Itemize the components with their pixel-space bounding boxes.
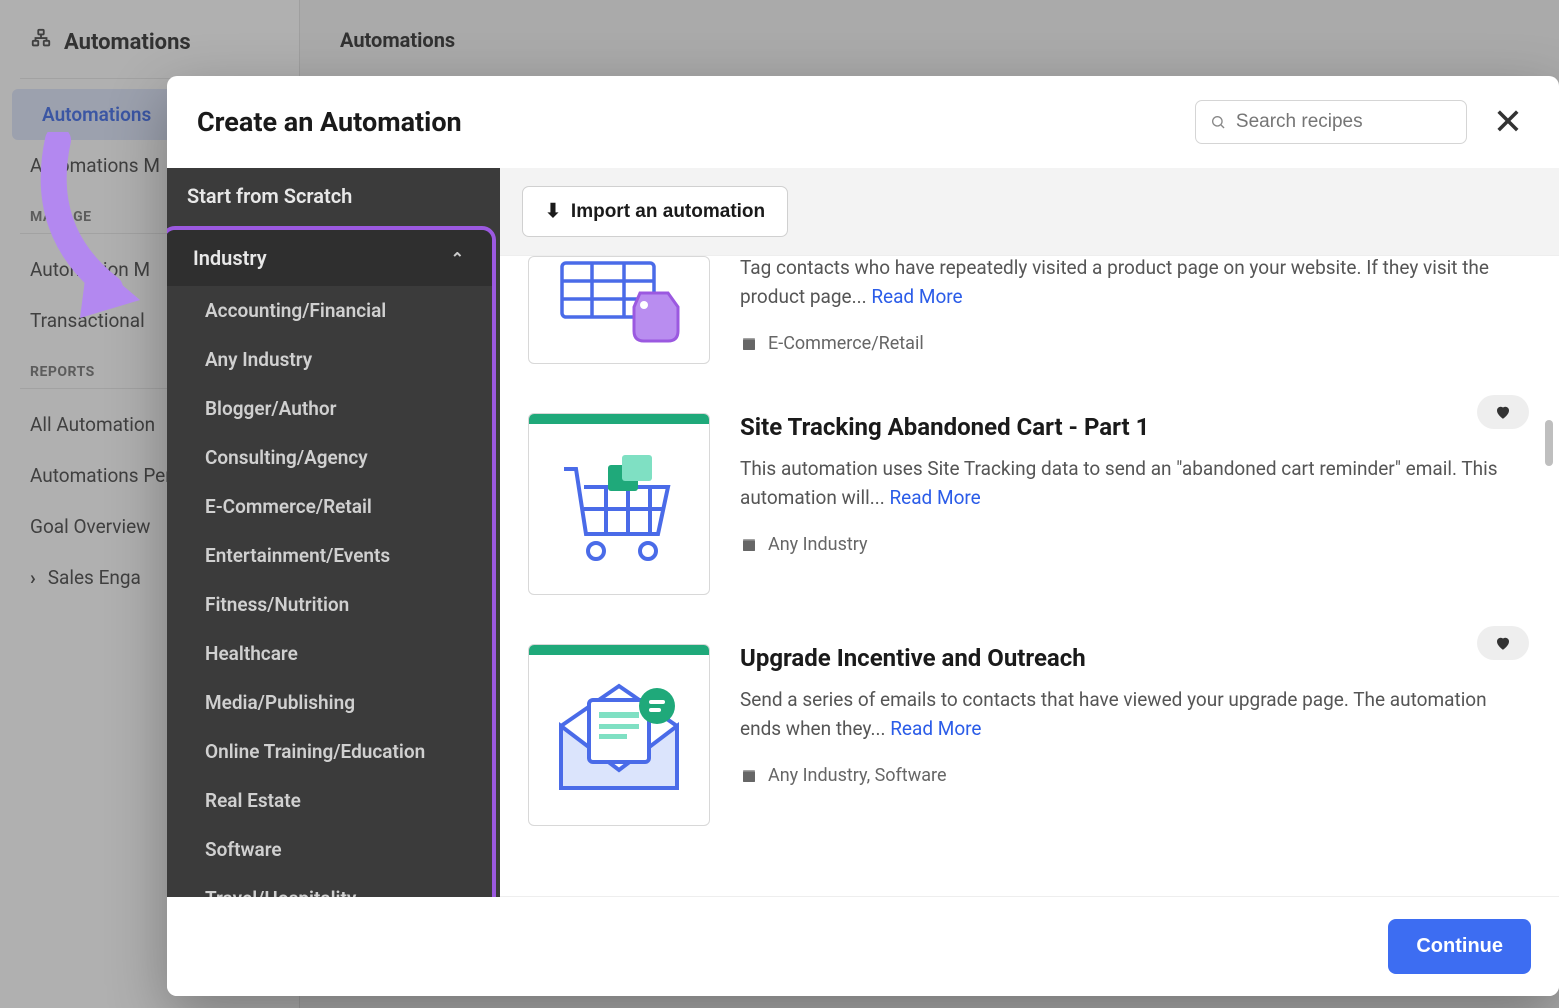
category-panel: Start from Scratch Industry ⌃ Accounting… [167,168,500,897]
import-bar: ⬇ Import an automation [500,168,1559,255]
industry-group: Industry ⌃ Accounting/Financial Any Indu… [167,226,496,897]
recipe-item[interactable]: Upgrade Incentive and Outreach Send a se… [522,620,1537,851]
modal-body: Start from Scratch Industry ⌃ Accounting… [167,168,1559,897]
close-button[interactable]: ✕ [1487,101,1529,143]
panel-item-label: Industry [193,246,267,270]
recipe-tags: Any Industry [740,534,1531,555]
industry-item[interactable]: Online Training/Education [167,727,492,776]
recipe-body: Site Tracking Abandoned Cart - Part 1 Th… [740,413,1531,595]
industry-item[interactable]: Healthcare [167,629,492,678]
download-icon: ⬇ [545,200,561,223]
favorite-button[interactable] [1477,626,1529,660]
search-recipes-box[interactable] [1195,100,1467,144]
recipe-description: This automation uses Site Tracking data … [740,455,1531,512]
industry-item[interactable]: Fitness/Nutrition [167,580,492,629]
industry-item[interactable]: Software [167,825,492,874]
panel-item-label: Start from Scratch [187,184,352,208]
industry-item[interactable]: E-Commerce/Retail [167,482,492,531]
industry-item[interactable]: Travel/Hospitality [167,874,492,897]
modal-title: Create an Automation [197,106,1175,138]
industry-item[interactable]: Any Industry [167,335,492,384]
recipe-item[interactable]: Site Tracking Abandoned Cart - Part 1 Th… [522,389,1537,620]
industry-item[interactable]: Accounting/Financial [167,286,492,335]
recipe-body: Tag contacts who have repeatedly visited… [740,256,1531,364]
heart-icon [1494,634,1512,652]
category-icon [740,536,758,554]
modal-overlay: Create an Automation ✕ Start from Scratc… [0,0,1559,1008]
recipe-description: Send a series of emails to contacts that… [740,686,1531,743]
favorite-button[interactable] [1477,395,1529,429]
recipe-title: Site Tracking Abandoned Cart - Part 1 [740,413,1531,441]
recipe-title: Upgrade Incentive and Outreach [740,644,1531,672]
industry-item[interactable]: Entertainment/Events [167,531,492,580]
chevron-up-icon: ⌃ [451,249,464,268]
import-automation-button[interactable]: ⬇ Import an automation [522,186,788,237]
read-more-link[interactable]: Read More [871,285,962,308]
industry-toggle[interactable]: Industry ⌃ [167,230,492,286]
industry-item[interactable]: Real Estate [167,776,492,825]
recipe-thumbnail [528,644,710,826]
modal-header: Create an Automation ✕ [167,76,1559,144]
create-automation-modal: Create an Automation ✕ Start from Scratc… [167,76,1559,996]
industry-item[interactable]: Consulting/Agency [167,433,492,482]
search-icon [1210,113,1226,131]
recipe-body: Upgrade Incentive and Outreach Send a se… [740,644,1531,826]
category-icon [740,335,758,353]
recipe-list[interactable]: Tag contacts who have repeatedly visited… [500,255,1559,897]
read-more-link[interactable]: Read More [890,717,981,740]
modal-footer: Continue [167,897,1559,996]
read-more-link[interactable]: Read More [889,486,980,509]
recipe-tags: E-Commerce/Retail [740,333,1531,354]
industry-item[interactable]: Media/Publishing [167,678,492,727]
search-input[interactable] [1236,111,1452,133]
scrollbar-thumb[interactable] [1545,420,1553,466]
industry-item[interactable]: Blogger/Author [167,384,492,433]
recipe-thumbnail [528,413,710,595]
category-icon [740,767,758,785]
start-from-scratch[interactable]: Start from Scratch [167,168,500,224]
heart-icon [1494,403,1512,421]
continue-button[interactable]: Continue [1388,919,1531,974]
recipe-item[interactable]: Tag contacts who have repeatedly visited… [522,256,1537,389]
import-label: Import an automation [571,201,765,223]
recipe-description: Tag contacts who have repeatedly visited… [740,255,1531,311]
recipe-tags: Any Industry, Software [740,765,1531,786]
recipe-panel: ⬇ Import an automation [500,168,1559,897]
recipe-thumbnail [528,256,710,364]
